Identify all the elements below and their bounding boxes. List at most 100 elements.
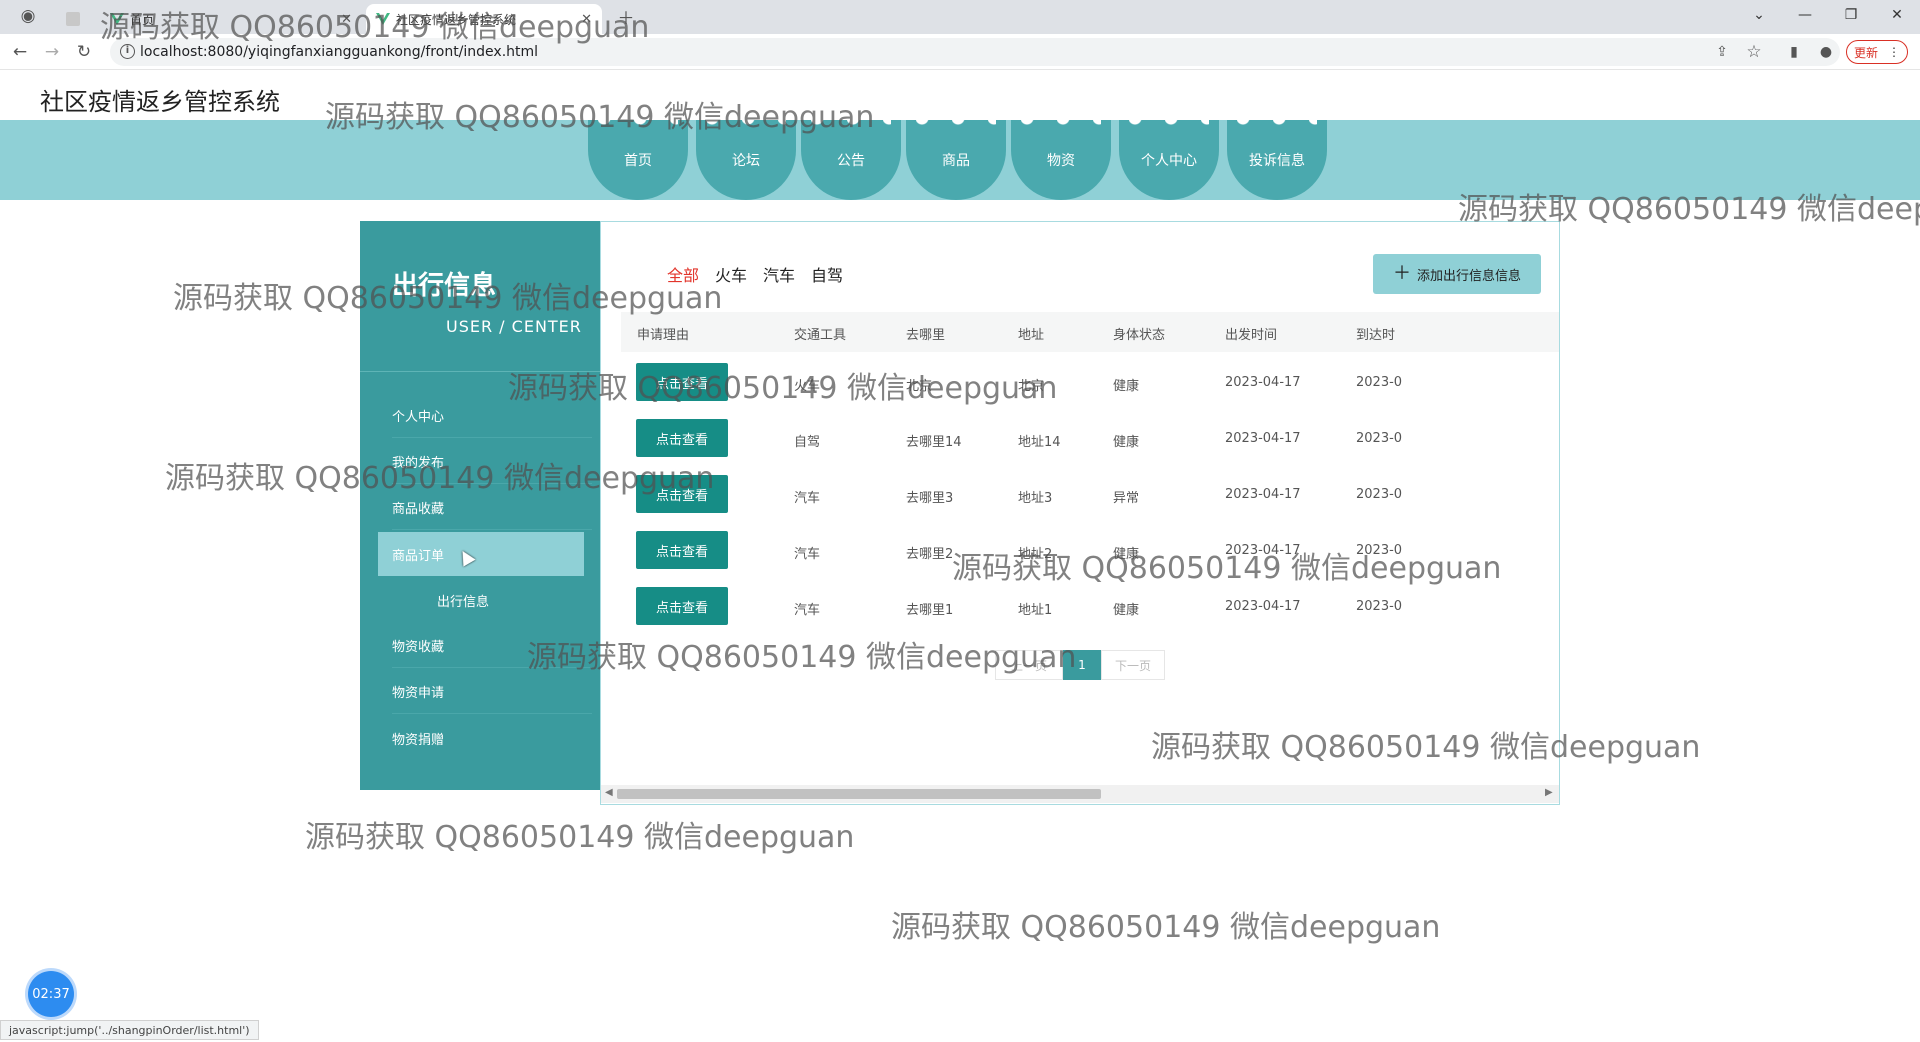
tab-search-icon[interactable]: ⌄ (1736, 0, 1782, 30)
user-center-sidebar: 出行信息 USER / CENTER 个人中心 我的发布 商品收藏 商品订单 出… (360, 221, 600, 790)
cell-arrive: 2023-0 (1356, 543, 1403, 558)
watermark: 源码获取 QQ86050149 微信deepguan (891, 910, 1441, 945)
cell-arrive: 2023-0 (1356, 375, 1403, 390)
col-vehicle: 交通工具 (794, 328, 847, 343)
cell-vehicle: 汽车 (794, 491, 821, 506)
vue-favicon-icon (376, 12, 390, 26)
vehicle-filter-tabs: 全部 火车 汽车 自驾 (667, 262, 843, 286)
cell-health: 健康 (1113, 379, 1140, 394)
table-header: 申请理由 交通工具 去哪里 地址 身体状态 出发时间 到达时 (621, 312, 1559, 352)
cell-dest: 去哪里2 (906, 547, 954, 562)
forward-icon[interactable]: → (40, 40, 64, 64)
browser-menu-icon[interactable]: ◉ (16, 4, 40, 28)
sidebar-item-goods-favorites[interactable]: 商品收藏 (392, 486, 592, 530)
side-panel-icon[interactable]: ▮ (1782, 40, 1806, 64)
browser-tab-title: 首页 (130, 12, 155, 27)
filter-bus[interactable]: 汽车 (763, 262, 795, 286)
cell-depart: 2023-04-17 (1225, 487, 1301, 502)
add-travel-info-label: 添加出行信息信息 (1416, 268, 1521, 284)
browser-tab-strip: ◉ 首页 ✕ 社区疫情返乡管控系统 ✕ ＋ ⌄ — ❐ ✕ (0, 0, 1920, 34)
browser-toolbar: ← → ↻ i localhost:8080/yiqingfanxianggua… (0, 34, 1920, 70)
filter-all[interactable]: 全部 (667, 262, 699, 286)
cell-arrive: 2023-0 (1356, 599, 1403, 614)
sidebar-item-travel-info[interactable]: 出行信息 (437, 578, 597, 622)
table-row: 点击查看 汽车 去哪里3 地址3 异常 2023-04-17 2023-0 (621, 467, 1559, 523)
share-icon[interactable]: ⇪ (1710, 40, 1734, 64)
col-depart-time: 出发时间 (1225, 328, 1278, 343)
tab-close-icon[interactable]: ✕ (333, 12, 352, 27)
bookmark-star-icon[interactable]: ☆ (1742, 40, 1766, 64)
cell-arrive: 2023-0 (1356, 487, 1403, 502)
tab-favicon-icon (66, 12, 80, 26)
sidebar-item-my-posts[interactable]: 我的发布 (392, 440, 592, 484)
browser-tab-title: 社区疫情返乡管控系统 (396, 12, 517, 27)
col-address: 地址 (1018, 328, 1045, 343)
status-bar-url: javascript:jump('../shangpinOrder/list.h… (0, 1020, 259, 1040)
cell-arrive: 2023-0 (1356, 431, 1403, 446)
cell-addr: 地址14 (1018, 435, 1061, 450)
url-text: localhost:8080/yiqingfanxiangguankong/fr… (140, 44, 539, 60)
address-bar[interactable]: i localhost:8080/yiqingfanxiangguankong/… (110, 38, 1840, 66)
view-details-button[interactable]: 点击查看 (636, 419, 728, 457)
watermark: 源码获取 QQ86050149 微信deepguan (305, 820, 855, 855)
browser-tab-2[interactable]: 首页 ✕ (100, 4, 362, 34)
col-arrive-time: 到达时 (1356, 328, 1396, 343)
browser-tab-3[interactable]: 社区疫情返乡管控系统 ✕ (366, 4, 602, 34)
prev-page-button[interactable]: 上一页 (995, 650, 1063, 680)
cell-addr: 地址2 (1018, 547, 1053, 562)
sidebar-title: 出行信息 (392, 271, 497, 301)
add-travel-info-button[interactable]: ＋ 添加出行信息信息 (1373, 254, 1541, 294)
view-details-button[interactable]: 点击查看 (636, 531, 728, 569)
cell-dest: 北京 (906, 379, 933, 394)
table-row: 点击查看 自驾 去哪里14 地址14 健康 2023-04-17 2023-0 (621, 411, 1559, 467)
sidebar-subtitle: USER / CENTER (446, 317, 582, 336)
more-menu-icon[interactable]: ⋮ (1888, 45, 1900, 59)
sidebar-divider (360, 371, 600, 372)
cell-health: 健康 (1113, 547, 1140, 562)
table-row: 点击查看 汽车 去哪里1 地址1 健康 2023-04-17 2023-0 (621, 579, 1559, 635)
travel-info-panel: 全部 火车 汽车 自驾 ＋ 添加出行信息信息 申请理由 交通工具 去哪里 地址 … (600, 221, 1560, 805)
sidebar-item-supplies-donate[interactable]: 物资捐赠 (392, 716, 592, 760)
scroll-right-icon[interactable]: ▶ (1545, 787, 1553, 798)
sidebar-item-supplies-apply[interactable]: 物资申请 (392, 670, 592, 714)
minimize-icon[interactable]: — (1782, 0, 1828, 30)
next-page-button[interactable]: 下一页 (1101, 650, 1165, 680)
sidebar-item-supplies-favorites[interactable]: 物资收藏 (392, 624, 592, 668)
filter-self-drive[interactable]: 自驾 (811, 262, 843, 286)
vue-favicon-icon (110, 12, 124, 26)
horizontal-scrollbar[interactable]: ◀ ▶ (601, 785, 1559, 803)
tab-close-icon[interactable]: ✕ (573, 12, 592, 27)
cell-depart: 2023-04-17 (1225, 431, 1301, 446)
scrollbar-thumb[interactable] (617, 789, 1101, 799)
site-title: 社区疫情返乡管控系统 (40, 88, 280, 116)
pagination: 上一页 1 下一页 (995, 650, 1165, 680)
site-info-icon[interactable]: i (120, 44, 135, 59)
back-icon[interactable]: ← (8, 40, 32, 64)
sidebar-item-goods-orders[interactable]: 商品订单 (378, 532, 584, 576)
profile-avatar-icon[interactable]: ● (1814, 40, 1838, 64)
cell-health: 异常 (1113, 491, 1140, 506)
cell-vehicle: 火车 (794, 379, 821, 394)
cell-dest: 去哪里14 (906, 435, 962, 450)
reload-icon[interactable]: ↻ (72, 40, 96, 64)
scroll-left-icon[interactable]: ◀ (605, 787, 613, 798)
close-window-icon[interactable]: ✕ (1874, 0, 1920, 30)
cell-health: 健康 (1113, 603, 1140, 618)
view-details-button[interactable]: 点击查看 (636, 587, 728, 625)
browser-tab-1[interactable] (56, 4, 96, 34)
restore-icon[interactable]: ❐ (1828, 0, 1874, 30)
timer-badge[interactable]: 02:37 (28, 971, 74, 1017)
filter-train[interactable]: 火车 (715, 262, 747, 286)
table-row: 点击查看 火车 北京 北京 健康 2023-04-17 2023-0 (621, 355, 1559, 411)
new-tab-icon[interactable]: ＋ (614, 4, 638, 29)
cell-depart: 2023-04-17 (1225, 543, 1301, 558)
cell-depart: 2023-04-17 (1225, 599, 1301, 614)
page-1-button[interactable]: 1 (1063, 650, 1101, 680)
view-details-button[interactable]: 点击查看 (636, 475, 728, 513)
view-details-button[interactable]: 点击查看 (636, 363, 728, 401)
update-button[interactable]: 更新 ⋮ (1846, 40, 1908, 64)
table-row: 点击查看 汽车 去哪里2 地址2 健康 2023-04-17 2023-0 (621, 523, 1559, 579)
cell-dest: 去哪里3 (906, 491, 954, 506)
sidebar-item-personal-center[interactable]: 个人中心 (392, 394, 592, 438)
cell-addr: 北京 (1018, 379, 1045, 394)
